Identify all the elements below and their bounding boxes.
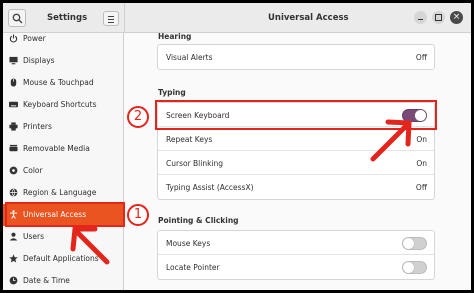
arrow-to-screen-keyboard bbox=[370, 119, 412, 162]
arrow-to-universal-access bbox=[70, 226, 110, 265]
arrow-overlay bbox=[70, 119, 412, 265]
settings-window: Settings Universal Access × Power Displa… bbox=[0, 0, 474, 293]
